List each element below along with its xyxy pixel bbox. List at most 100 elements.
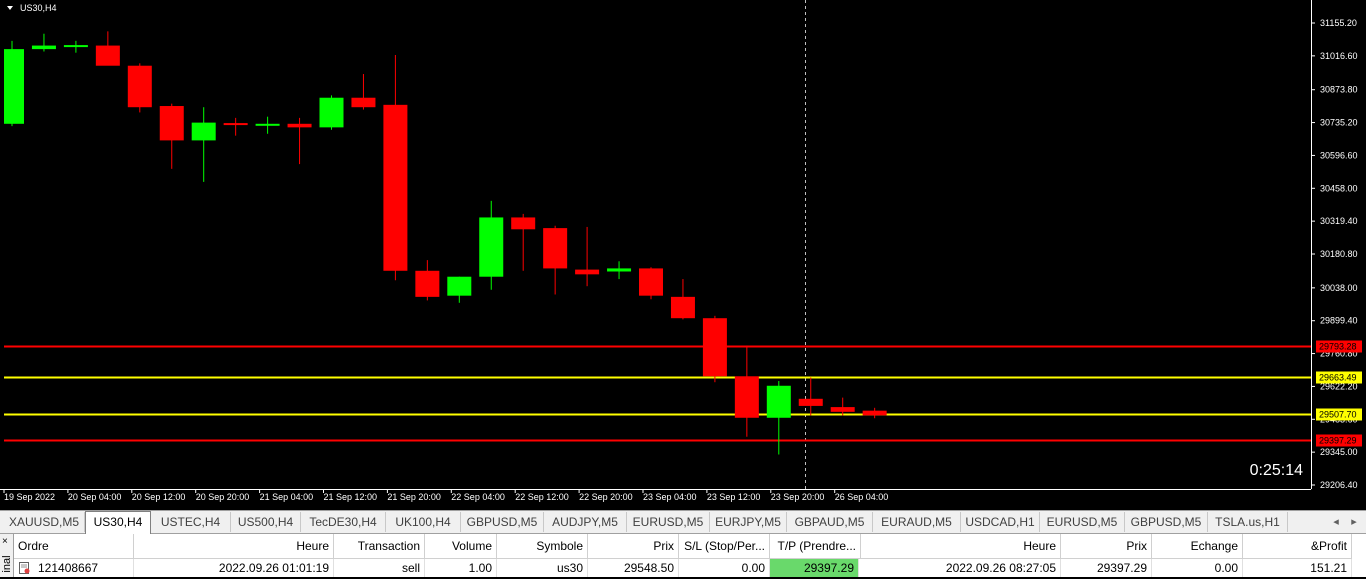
candle-body[interactable] [191,122,216,141]
close-icon[interactable]: × [2,536,8,547]
price-level-label: 29793.28 [1319,342,1357,352]
chart-area[interactable]: US30,H4 31155.20 31016.60 30873.80 30735.20 3… [0,0,1366,510]
candle-body[interactable] [319,97,344,128]
take-profit-cell: 29397.29 [770,559,859,577]
price-level-label: 29397.29 [1319,436,1357,446]
column-header-echange[interactable]: Echange [1152,534,1243,559]
x-tick-label: 20 Sep 20:00 [196,492,250,502]
chart-tab[interactable]: USDCAD,H1 [961,512,1040,532]
x-tick-label: 23 Sep 04:00 [643,492,697,502]
column-header-heure[interactable]: Heure [134,534,334,559]
x-tick-label: 22 Sep 04:00 [451,492,505,502]
candle-body[interactable] [383,104,408,271]
candle-body[interactable] [415,270,440,297]
terminal-side-strip: × inal [0,534,14,577]
chart-tab[interactable]: AUDJPY,M5 [544,512,627,532]
column-header-sl[interactable]: S/L (Stop/Per... [679,534,770,559]
y-tick-label: 30873.80 [1320,85,1358,95]
y-tick-label: 29899.40 [1320,316,1358,326]
tab-scroll-left-icon[interactable]: ◂ [1328,512,1344,532]
column-header-symbole[interactable]: Symbole [497,534,588,559]
x-tick-label: 23 Sep 12:00 [707,492,761,502]
profit-cell: 151.21 [1243,559,1352,577]
candle-body[interactable] [639,268,663,296]
candle-body[interactable] [702,318,727,377]
open-time-cell: 2022.09.26 01:01:19 [134,559,334,577]
chart-tabs-bar: XAUUSD,M5 US30,H4 USTEC,H4 US500,H4 TecDE30,… [0,510,1366,534]
y-tick-label: 29206.40 [1320,480,1358,490]
candle-body[interactable] [798,398,823,406]
x-tick-label: 26 Sep 04:00 [835,492,889,502]
y-tick-label: 31155.20 [1320,18,1357,28]
x-tick-label: 19 Sep 2022 [4,492,55,502]
candle-body[interactable] [4,49,24,124]
y-tick-label: 30038.00 [1320,283,1358,293]
candle-body[interactable] [511,217,536,230]
close-time-cell: 2022.09.26 08:27:05 [861,559,1061,577]
candle-body[interactable] [543,228,568,269]
x-tick-label: 22 Sep 12:00 [515,492,569,502]
chart-tab[interactable]: US30,H4 [85,511,151,534]
candle-body[interactable] [287,123,312,128]
candle-body[interactable] [607,268,632,272]
candle-body[interactable] [159,106,184,141]
x-tick-label: 21 Sep 12:00 [324,492,378,502]
candle-body[interactable] [31,45,56,50]
x-tick-label: 20 Sep 04:00 [68,492,122,502]
candle-body[interactable] [575,269,600,275]
chart-tab[interactable]: GBPUSD,M5 [461,512,544,532]
candle-body[interactable] [95,45,120,66]
candle-body[interactable] [670,296,695,319]
candle-body[interactable] [479,217,504,277]
column-header-profit[interactable]: &Profit [1243,534,1352,559]
column-header-tp[interactable]: T/P (Prendre... [770,534,861,559]
candle-body[interactable] [766,385,791,418]
column-header-prix-close[interactable]: Prix [1061,534,1152,559]
y-tick-label: 29345.00 [1320,447,1358,457]
candle-body[interactable] [255,123,280,126]
x-tick-label: 21 Sep 04:00 [260,492,314,502]
y-tick-label: 30180.80 [1320,249,1358,259]
column-header-heure-close[interactable]: Heure [861,534,1061,559]
candle-body[interactable] [734,376,759,418]
candle-body[interactable] [830,407,855,412]
candle-body[interactable] [63,45,88,48]
column-header-volume[interactable]: Volume [425,534,497,559]
chart-tab[interactable]: EURUSD,M5 [627,512,710,532]
bar-countdown-timer: 0:25:14 [1250,462,1303,479]
column-header-ordre[interactable]: Ordre [14,534,134,559]
terminal-panel: × inal Ordre Heure Transaction Volume Sy… [0,534,1366,577]
candle-body[interactable] [223,123,248,126]
volume-cell: 1.00 [425,559,497,577]
chart-menu-icon[interactable] [7,6,13,10]
candle-body[interactable] [447,276,472,296]
chart-tab[interactable]: EURUSD,M5 [1040,512,1125,532]
tab-scroll-right-icon[interactable]: ▸ [1346,512,1362,532]
chart-tab[interactable]: XAUUSD,M5 [4,512,85,532]
price-level-label: 29507.70 [1319,410,1357,420]
swap-cell: 0.00 [1152,559,1243,577]
chart-tab[interactable]: US500,H4 [231,512,301,532]
y-tick-label: 30596.60 [1320,150,1358,160]
candle-body[interactable] [862,410,887,416]
y-tick-label: 31016.60 [1320,51,1358,61]
chart-tab[interactable]: GBPAUD,M5 [787,512,873,532]
chart-tab[interactable]: UK100,H4 [386,512,461,532]
chart-tab[interactable]: TecDE30,H4 [301,512,386,532]
chart-title: US30,H4 [20,3,57,13]
chart-tab[interactable]: TSLA.us,H1 [1208,512,1288,532]
column-header-transaction[interactable]: Transaction [334,534,425,559]
chart-tab[interactable]: EURJPY,M5 [710,512,787,532]
chart-tab[interactable]: USTEC,H4 [151,512,231,532]
candle-body[interactable] [127,65,152,108]
y-tick-label: 30319.40 [1320,216,1358,226]
chart-tab[interactable]: GBPUSD,M5 [1125,512,1208,532]
symbol-cell: us30 [497,559,588,577]
price-level-label: 29663.49 [1319,373,1357,383]
candlestick-chart[interactable]: US30,H4 31155.20 31016.60 30873.80 30735.20 3… [0,0,1366,510]
order-number-cell[interactable]: 121408667 [34,559,134,577]
chart-tab[interactable]: EURAUD,M5 [873,512,961,532]
sell-order-icon [19,562,30,574]
column-header-prix[interactable]: Prix [588,534,679,559]
candle-body[interactable] [351,97,376,108]
